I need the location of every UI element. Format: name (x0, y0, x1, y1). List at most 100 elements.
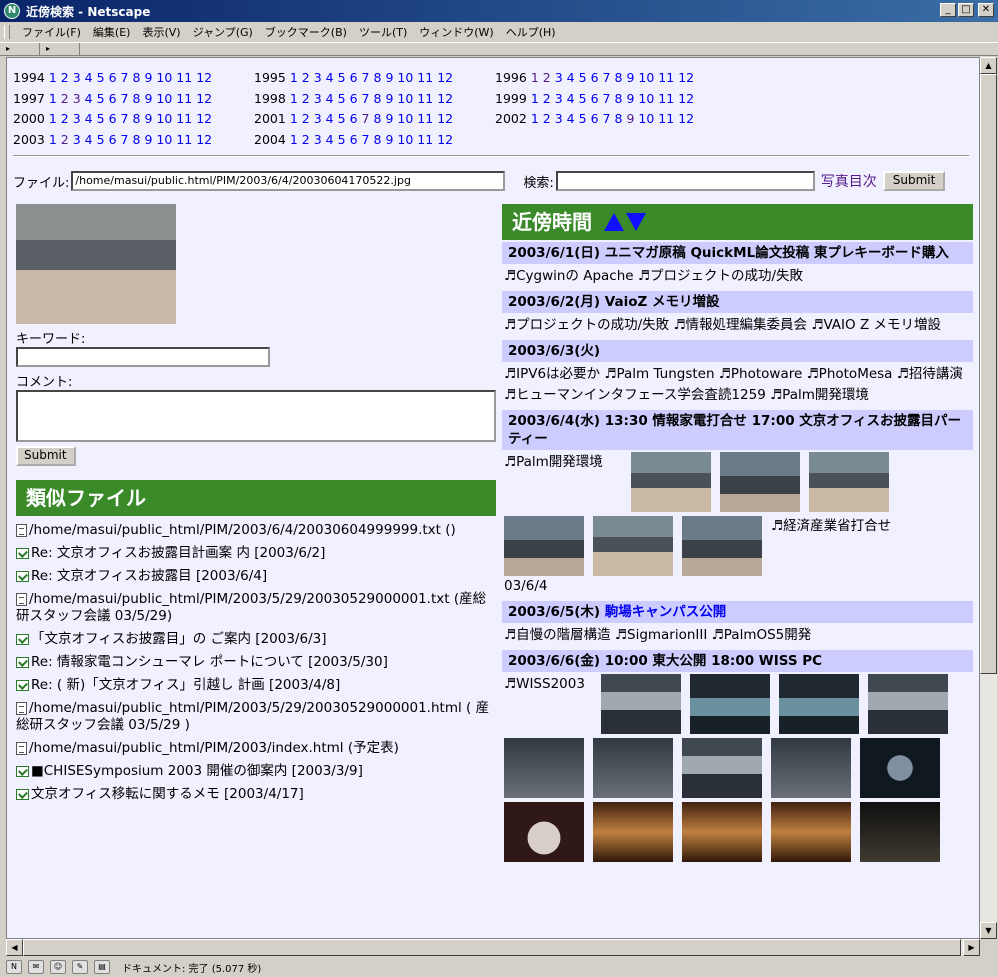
month-link[interactable]: 10 (156, 91, 172, 106)
photo-thumbnail[interactable] (593, 802, 673, 862)
photo-thumbnail[interactable] (682, 738, 762, 798)
photo-thumbnail[interactable] (593, 738, 673, 798)
menu-file[interactable]: ファイル(F) (16, 24, 87, 40)
month-link[interactable]: 4 (326, 132, 334, 147)
menu-edit[interactable]: 編集(E) (87, 24, 137, 40)
photo-thumbnail[interactable] (504, 516, 584, 576)
month-link[interactable]: 10 (397, 91, 413, 106)
month-link[interactable]: 6 (350, 70, 358, 85)
similar-file-item[interactable]: Re: ( 新)「文京オフィス」引越し 計画 [2003/4/8] (16, 677, 496, 694)
photo-thumbnail[interactable] (504, 738, 584, 798)
month-link[interactable]: 9 (385, 91, 393, 106)
month-link[interactable]: 2 (61, 91, 69, 106)
month-link[interactable]: 10 (638, 70, 654, 85)
photo-thumbnail[interactable] (631, 452, 711, 512)
month-link[interactable]: 5 (97, 132, 105, 147)
komaba-link[interactable]: 駒場キャンパス公開 (605, 604, 727, 620)
month-link[interactable]: 1 (49, 70, 57, 85)
search-input[interactable] (555, 171, 815, 191)
month-link[interactable]: 12 (437, 91, 453, 106)
month-link[interactable]: 6 (109, 70, 117, 85)
photo-thumbnail[interactable] (809, 452, 889, 512)
month-link[interactable]: 8 (614, 111, 622, 126)
month-link[interactable]: 8 (373, 111, 381, 126)
month-link[interactable]: 2 (61, 70, 69, 85)
month-link[interactable]: 11 (417, 91, 433, 106)
month-link[interactable]: 1 (531, 70, 539, 85)
month-link[interactable]: 3 (314, 111, 322, 126)
month-link[interactable]: 9 (385, 70, 393, 85)
day-item-link[interactable]: ♬経済産業省打合せ (771, 516, 891, 537)
month-link[interactable]: 8 (614, 91, 622, 106)
month-link[interactable]: 8 (373, 91, 381, 106)
month-link[interactable]: 2 (302, 111, 310, 126)
month-link[interactable]: 7 (362, 70, 370, 85)
month-link[interactable]: 10 (156, 70, 172, 85)
month-link[interactable]: 3 (555, 91, 563, 106)
month-link[interactable]: 7 (121, 111, 129, 126)
month-link[interactable]: 11 (176, 70, 192, 85)
month-link[interactable]: 5 (338, 132, 346, 147)
month-link[interactable]: 10 (397, 111, 413, 126)
month-link[interactable]: 9 (626, 91, 634, 106)
day-items[interactable]: ♬IPV6は必要か ♬Palm Tungsten ♬Photoware ♬Pho… (502, 362, 973, 408)
month-link[interactable]: 6 (591, 91, 599, 106)
month-link[interactable]: 4 (85, 132, 93, 147)
day-items[interactable]: ♬Cygwinの Apache ♬プロジェクトの成功/失敗 (502, 264, 973, 289)
month-link[interactable]: 5 (579, 70, 587, 85)
menu-tools[interactable]: ツール(T) (353, 24, 413, 40)
month-link[interactable]: 3 (314, 91, 322, 106)
month-link[interactable]: 7 (603, 91, 611, 106)
month-link[interactable]: 12 (678, 111, 694, 126)
photo-thumbnail[interactable] (860, 738, 940, 798)
month-link[interactable]: 2 (543, 91, 551, 106)
horizontal-scrollbar[interactable]: ◀ ▶ (6, 939, 980, 956)
comment-submit-button[interactable]: Submit (16, 446, 76, 466)
month-link[interactable]: 6 (350, 132, 358, 147)
month-link[interactable]: 11 (417, 70, 433, 85)
month-link[interactable]: 10 (638, 91, 654, 106)
month-link[interactable]: 10 (156, 111, 172, 126)
month-link[interactable]: 9 (385, 132, 393, 147)
month-link[interactable]: 12 (678, 70, 694, 85)
horizontal-scroll-thumb[interactable] (23, 939, 961, 956)
month-link[interactable]: 10 (156, 132, 172, 147)
photo-thumbnail[interactable] (771, 802, 851, 862)
month-link[interactable]: 3 (314, 132, 322, 147)
month-link[interactable]: 3 (73, 70, 81, 85)
month-link[interactable]: 8 (132, 70, 140, 85)
month-link[interactable]: 6 (109, 132, 117, 147)
month-link[interactable]: 5 (579, 91, 587, 106)
scroll-down-arrow[interactable]: ▼ (980, 922, 997, 939)
month-link[interactable]: 1 (49, 132, 57, 147)
address-book-icon[interactable]: ▤ (94, 960, 110, 974)
month-link[interactable]: 5 (338, 111, 346, 126)
month-link[interactable]: 8 (132, 132, 140, 147)
month-link[interactable]: 12 (196, 91, 212, 106)
month-link[interactable]: 4 (326, 70, 334, 85)
month-link[interactable]: 8 (132, 111, 140, 126)
month-link[interactable]: 4 (85, 111, 93, 126)
month-link[interactable]: 3 (73, 132, 81, 147)
month-link[interactable]: 9 (144, 91, 152, 106)
month-link[interactable]: 11 (417, 111, 433, 126)
month-link[interactable]: 3 (73, 111, 81, 126)
month-link[interactable]: 12 (437, 111, 453, 126)
month-link[interactable]: 6 (350, 91, 358, 106)
aim-icon[interactable]: ☺ (50, 960, 66, 974)
month-link[interactable]: 11 (658, 111, 674, 126)
similar-file-item[interactable]: Re: 文京オフィスお披露目 [2003/6/4] (16, 568, 496, 585)
close-button[interactable]: ✕ (978, 3, 994, 17)
month-link[interactable]: 4 (326, 111, 334, 126)
month-link[interactable]: 9 (626, 70, 634, 85)
photo-thumbnail[interactable] (682, 516, 762, 576)
up-arrow-icon[interactable] (604, 213, 624, 231)
month-link[interactable]: 12 (196, 111, 212, 126)
month-link[interactable]: 11 (417, 132, 433, 147)
comment-textarea[interactable] (16, 390, 496, 442)
month-link[interactable]: 4 (567, 111, 575, 126)
month-link[interactable]: 9 (144, 132, 152, 147)
month-link[interactable]: 1 (531, 111, 539, 126)
minimize-button[interactable]: _ (940, 3, 956, 17)
photo-thumbnail[interactable] (779, 674, 859, 734)
